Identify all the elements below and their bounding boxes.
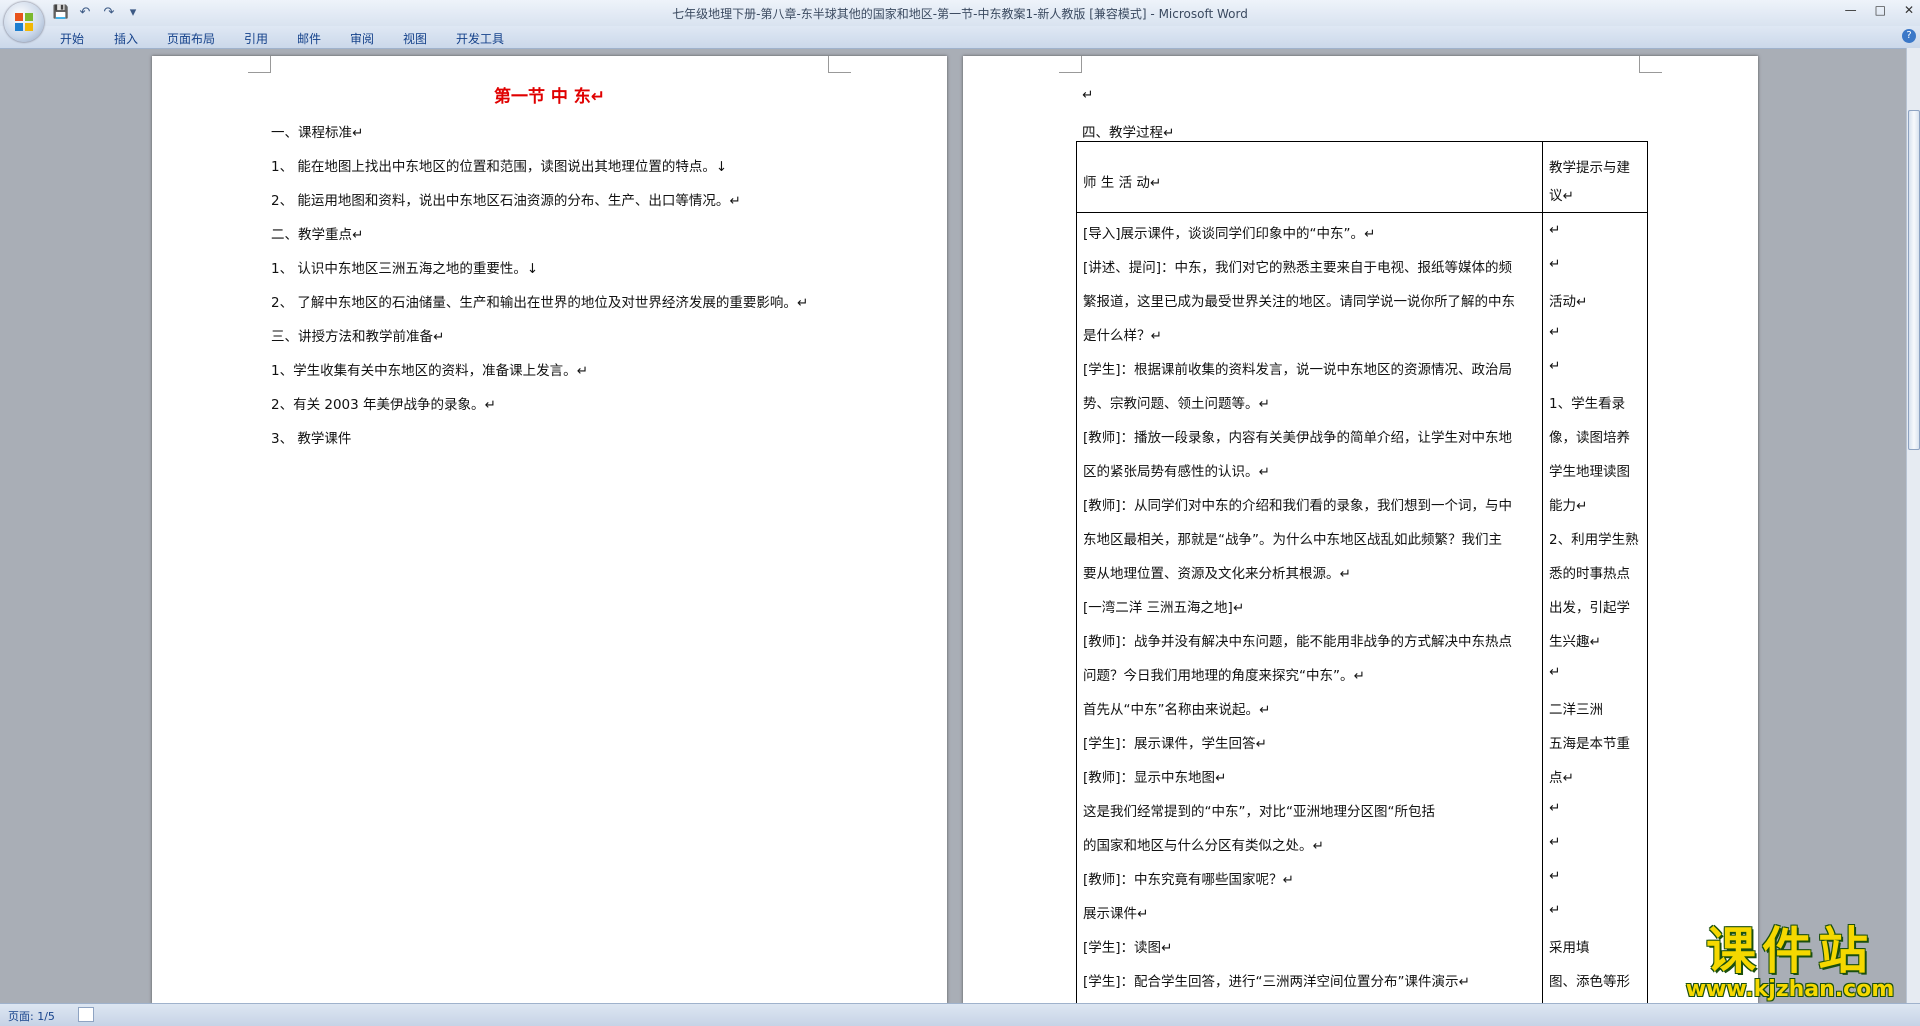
table-cell-line: [教师]：从同学们对中东的介绍和我们看的录象，我们想到一个词，与中 [1083, 498, 1513, 514]
text-line: 2、 了解中东地区的石油储量、生产和输出在世界的地位及对世界经济发展的重要影响。… [271, 295, 809, 311]
table-cell-line: [一湾二洋 三洲五海之地]↵ [1083, 600, 1245, 616]
text-line: 3、 教学课件 [271, 431, 352, 447]
table-cell-line: 这是我们经常提到的“中东”，对比“亚洲地理分区图“所包括 [1083, 804, 1435, 820]
document-page-2[interactable]: ↵ 四、教学过程↵ 师 生 活 动↵ 教学提示与建 议↵ [导入]展示课件，谈谈… [963, 56, 1758, 1004]
proofing-icon[interactable] [78, 1007, 94, 1022]
table-cell-line: 要从地理位置、资源及文化来分析其根源。↵ [1083, 566, 1351, 582]
table-cell-line: 首先从“中东”名称由来说起。↵ [1083, 702, 1271, 718]
table-cell-line: 1、学生看录 [1549, 396, 1626, 412]
watermark-url: www.kjzhan.com [1685, 977, 1895, 1002]
tab-references[interactable]: 引用 [244, 30, 268, 47]
table-cell-line: ↵ [1549, 256, 1561, 272]
page-count[interactable]: 页面: 1/5 [8, 1008, 55, 1024]
ribbon-tabs: 开始 插入 页面布局 引用 邮件 审阅 视图 开发工具 ? [0, 26, 1920, 49]
text-line: 1、学生收集有关中东地区的资料，准备课上发言。↵ [271, 363, 588, 379]
table-cell-line: 势、宗教问题、领土问题等。↵ [1083, 396, 1270, 412]
tab-review[interactable]: 审阅 [350, 30, 374, 47]
table-cell-line: 五海是本节重 [1549, 736, 1630, 752]
table-cell-line: 区的紧张局势有感性的认识。↵ [1083, 464, 1270, 480]
section-heading: 四、教学过程↵ [1082, 125, 1175, 141]
table-header-left: 师 生 活 动↵ [1083, 175, 1162, 191]
table-cell-line: 像，读图培养 [1549, 430, 1630, 446]
table-cell-line: [学生]：展示课件，学生回答↵ [1083, 736, 1267, 752]
text-line: 2、有关 2003 年美伊战争的录象。↵ [271, 397, 496, 413]
crop-mark [1639, 56, 1662, 73]
tab-home[interactable]: 开始 [60, 30, 84, 47]
text-line: 三、讲授方法和教学前准备↵ [271, 329, 445, 345]
table-cell-line: 悉的时事热点 [1549, 566, 1630, 582]
table-cell-line: [讲述、提问]：中东，我们对它的熟悉主要来自于电视、报纸等媒体的频 [1083, 260, 1513, 276]
table-cell-line: 2、利用学生熟 [1549, 532, 1639, 548]
site-watermark: 课件站 www.kjzhan.com [1665, 924, 1915, 1004]
crop-mark [1059, 56, 1082, 73]
text-line: 1、 能在地图上找出中东地区的位置和范围，读图说出其地理位置的特点。↓ [271, 159, 728, 175]
table-cell-line: [教师]：战争并没有解决中东问题，能不能用非战争的方式解决中东热点 [1083, 634, 1513, 650]
help-icon[interactable]: ? [1902, 29, 1916, 43]
table-cell-line: 采用填 [1549, 940, 1590, 956]
table-cell-line: [学生]：读图↵ [1083, 940, 1173, 956]
table-divider [1077, 212, 1647, 213]
page-title: 第一节 中 东↵ [493, 87, 606, 107]
tab-mailings[interactable]: 邮件 [297, 30, 321, 47]
table-cell-line: 能力↵ [1549, 498, 1588, 514]
title-bar: 💾 ↶ ↷ ▾ 七年级地理下册-第八章-东半球其他的国家和地区-第一节-中东教案… [0, 0, 1920, 26]
table-cell-line: ↵ [1549, 222, 1561, 238]
vertical-scrollbar[interactable] [1906, 48, 1920, 1003]
table-cell-line: 学生地理读图 [1549, 464, 1630, 480]
table-cell-line: 生兴趣↵ [1549, 634, 1601, 650]
table-cell-line: 活动↵ [1549, 294, 1588, 310]
window-title: 七年级地理下册-第八章-东半球其他的国家和地区-第一节-中东教案1-新人教版 [… [672, 7, 1248, 21]
tab-insert[interactable]: 插入 [114, 30, 138, 47]
table-cell-line: ↵ [1549, 902, 1561, 918]
text-line: 1、 认识中东地区三洲五海之地的重要性。↓ [271, 261, 539, 277]
table-cell-line: ↵ [1549, 664, 1561, 680]
table-cell-line: 繁报道，这里已成为最受世界关注的地区。请同学说一说你所了解的中东 [1083, 294, 1515, 310]
table-cell-line: [学生]：配合学生回答，进行“三洲两洋空间位置分布”课件演示↵ [1083, 974, 1470, 990]
table-cell-line: [导入]展示课件，谈谈同学们印象中的“中东”。↵ [1083, 226, 1376, 242]
table-cell-line: 展示课件↵ [1083, 906, 1149, 922]
crop-mark [248, 56, 271, 73]
scrollbar-thumb[interactable] [1908, 110, 1920, 450]
window-controls: — □ ✕ [1845, 3, 1914, 17]
table-cell-line: 图、添色等形 [1549, 974, 1630, 990]
table-cell-line: 东地区最相关，那就是“战争”。为什么中东地区战乱如此频繁？我们主 [1083, 532, 1502, 548]
minimize-button[interactable]: — [1845, 3, 1857, 17]
table-cell-line: ↵ [1549, 834, 1561, 850]
table-cell-line: 二洋三洲 [1549, 702, 1603, 718]
table-cell-line: ↵ [1549, 868, 1561, 884]
watermark-main: 课件站 [1706, 922, 1874, 980]
lesson-table[interactable]: 师 生 活 动↵ 教学提示与建 议↵ [导入]展示课件，谈谈同学们印象中的“中东… [1076, 141, 1648, 1004]
table-cell-line: [教师]：显示中东地图↵ [1083, 770, 1227, 786]
table-cell-line: ↵ [1549, 324, 1561, 340]
table-header-right: 教学提示与建 [1549, 160, 1630, 176]
office-button[interactable] [4, 2, 44, 42]
tab-view[interactable]: 视图 [403, 30, 427, 47]
crop-mark [828, 56, 851, 73]
table-cell-line: ↵ [1549, 358, 1561, 374]
table-cell-line: [学生]：根据课前收集的资料发言，说一说中东地区的资源情况、政治局 [1083, 362, 1513, 378]
table-cell-line: 问题？今日我们用地理的角度来探究“中东”。↵ [1083, 668, 1365, 684]
paragraph-mark: ↵ [1082, 87, 1094, 103]
table-cell-line: [教师]：播放一段录象，内容有关美伊战争的简单介绍，让学生对中东地 [1083, 430, 1513, 446]
text-line: 2、 能运用地图和资料，说出中东地区石油资源的分布、生产、出口等情况。↵ [271, 193, 741, 209]
tab-developer[interactable]: 开发工具 [456, 30, 504, 47]
table-divider [1542, 142, 1543, 1004]
text-line: 二、教学重点↵ [271, 227, 364, 243]
status-bar: 页面: 1/5 [0, 1003, 1920, 1026]
text-line: 一、课程标准↵ [271, 125, 364, 141]
table-cell-line: ↵ [1549, 800, 1561, 816]
table-cell-line: 是什么样？↵ [1083, 328, 1162, 344]
close-button[interactable]: ✕ [1904, 3, 1914, 17]
table-cell-line: [教师]：中东究竟有哪些国家呢？↵ [1083, 872, 1294, 888]
table-cell-line: 点↵ [1549, 770, 1574, 786]
table-cell-line: 的国家和地区与什么分区有类似之处。↵ [1083, 838, 1324, 854]
table-cell-line: 出发，引起学 [1549, 600, 1630, 616]
document-page-1[interactable]: 第一节 中 东↵ 一、课程标准↵ 1、 能在地图上找出中东地区的位置和范围，读图… [152, 56, 947, 1004]
office-logo-icon [15, 13, 33, 31]
table-header-right: 议↵ [1549, 188, 1574, 204]
tab-page-layout[interactable]: 页面布局 [167, 30, 215, 47]
maximize-button[interactable]: □ [1875, 3, 1886, 17]
